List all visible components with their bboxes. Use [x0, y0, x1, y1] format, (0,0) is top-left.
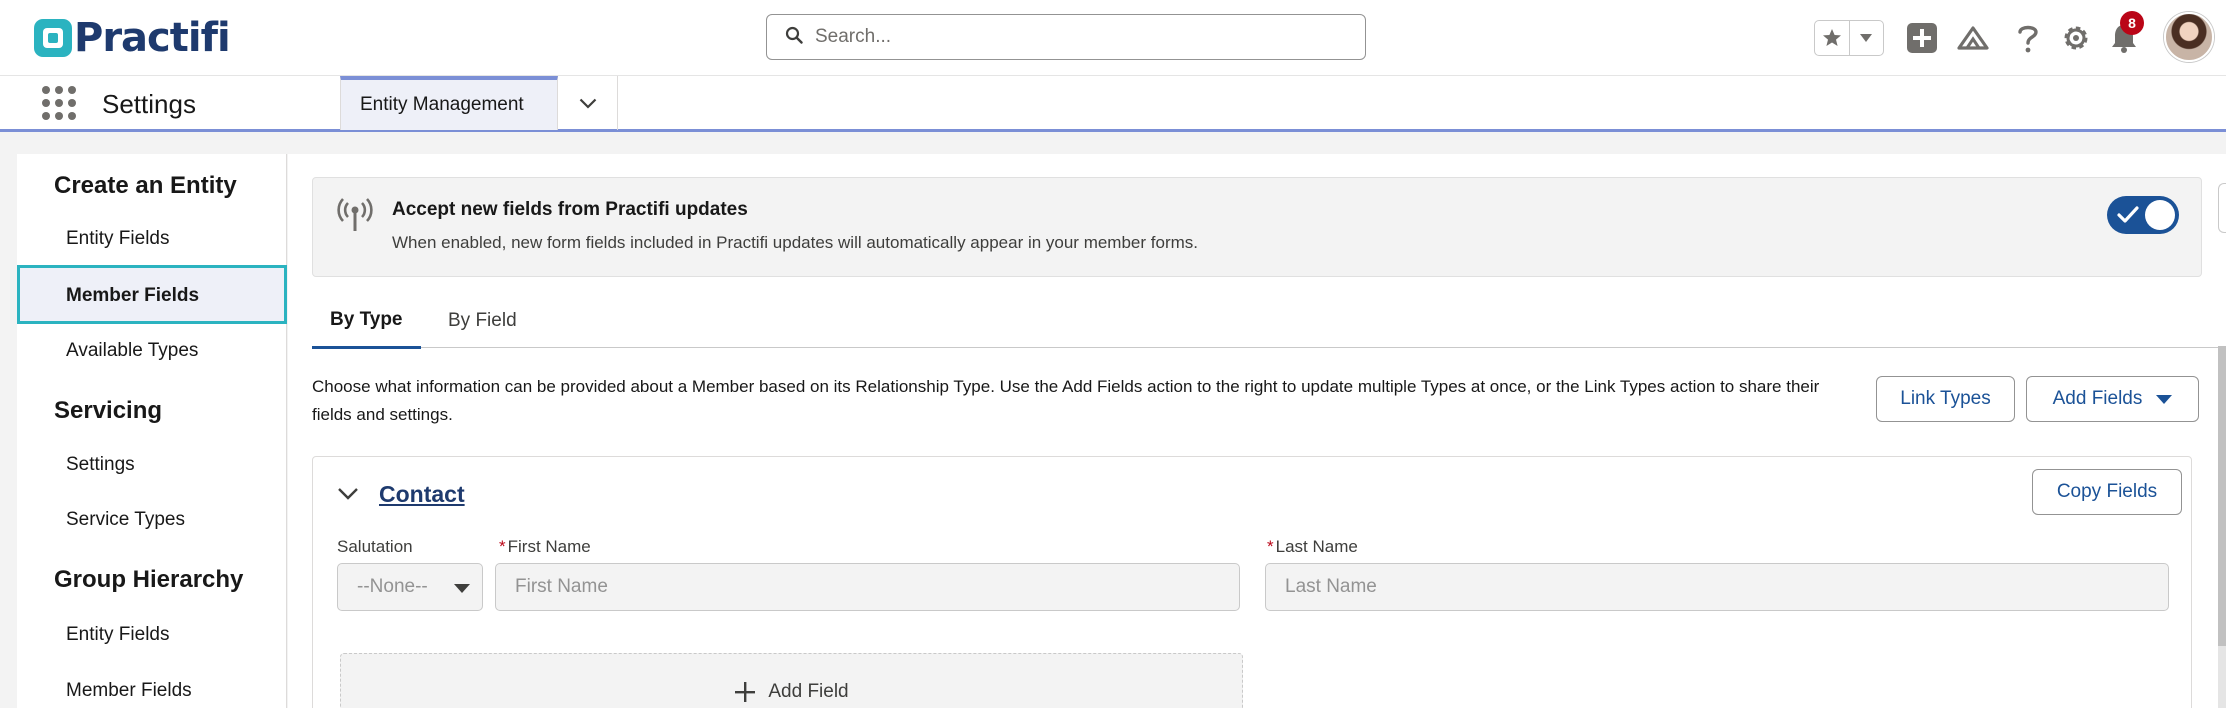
sidebar-item-entity-fields[interactable]: Entity Fields: [66, 228, 169, 250]
banner-title: Accept new fields from Practifi updates: [392, 199, 748, 220]
check-icon: [2117, 206, 2139, 223]
add-field-button[interactable]: Add Field: [340, 653, 1243, 708]
sidebar-item-group-entity-fields[interactable]: Entity Fields: [66, 624, 169, 646]
salutation-select[interactable]: --None--: [337, 563, 483, 611]
practifi-logo[interactable]: Practifi: [34, 15, 231, 61]
button-label: Copy Fields: [2056, 481, 2158, 502]
chevron-down-icon[interactable]: [337, 487, 359, 506]
practifi-logo-icon: [34, 19, 72, 57]
nav-more-button[interactable]: [558, 76, 618, 130]
favorites-star-button[interactable]: [1815, 21, 1849, 55]
sidebar-heading-servicing: Servicing: [54, 397, 163, 424]
view-tabs: By Type By Field: [312, 294, 2226, 349]
sidebar-item-servicing-settings[interactable]: Settings: [66, 454, 135, 476]
trailhead-icon: [1957, 26, 1989, 50]
settings-sidebar: Create an Entity Entity Fields Member Fi…: [17, 154, 287, 708]
salutation-value: --None--: [357, 576, 428, 597]
trailhead-button[interactable]: [1955, 20, 1991, 56]
salutation-label: Salutation: [337, 537, 413, 556]
chevron-down-icon: [579, 98, 596, 109]
add-fields-button[interactable]: Add Fields: [2026, 376, 2199, 422]
last-name-label: * Last Name: [1267, 537, 1358, 557]
button-label: Link Types: [1900, 388, 1991, 409]
sidebar-item-group-member-fields[interactable]: Member Fields: [66, 680, 192, 702]
user-avatar[interactable]: [2164, 12, 2214, 62]
last-name-placeholder: Last Name: [1285, 576, 1377, 597]
logo-text: Practifi: [74, 15, 231, 61]
button-label: Add Fields: [2052, 388, 2143, 409]
side-panel-handle[interactable]: [2218, 183, 2226, 233]
last-name-label-text: Last Name: [1275, 537, 1358, 556]
tab-by-field[interactable]: By Field: [438, 294, 527, 348]
sidebar-heading-create-entity: Create an Entity: [54, 172, 237, 199]
toggle-knob: [2145, 200, 2175, 230]
first-name-field[interactable]: First Name: [495, 563, 1240, 611]
setup-button[interactable]: [2058, 20, 2094, 56]
gear-icon: [2064, 26, 2088, 50]
plus-icon: [1907, 23, 1937, 53]
tab-entity-management[interactable]: Entity Management: [340, 76, 558, 130]
chevron-down-icon: [1860, 34, 1873, 42]
first-name-label: * First Name: [499, 537, 591, 557]
first-name-label-text: First Name: [507, 537, 591, 556]
required-asterisk: *: [499, 537, 506, 556]
sidebar-item-label: Member Fields: [66, 285, 200, 306]
sidebar-item-service-types[interactable]: Service Types: [66, 509, 185, 531]
search-input[interactable]: [815, 26, 1335, 48]
star-icon: [1822, 29, 1841, 46]
sidebar-heading-group-hierarchy: Group Hierarchy: [54, 566, 244, 593]
favorites-list-button[interactable]: [1848, 21, 1883, 55]
type-card-contact: Contact Copy Fields Salutation --None-- …: [312, 456, 2192, 708]
help-button[interactable]: [2010, 20, 2046, 56]
plus-icon: [735, 682, 756, 702]
search-icon: [785, 26, 803, 49]
scrollbar-thumb[interactable]: [2218, 346, 2226, 646]
last-name-field[interactable]: Last Name: [1265, 563, 2169, 611]
accept-updates-toggle[interactable]: [2107, 196, 2179, 234]
notification-badge: 8: [2120, 11, 2144, 35]
sidebar-item-available-types[interactable]: Available Types: [66, 340, 198, 362]
add-field-label: Add Field: [768, 681, 849, 702]
global-actions-button[interactable]: [1904, 20, 1940, 56]
sidebar-item-member-fields[interactable]: Member Fields: [17, 265, 287, 324]
app-nav-bar: Settings Entity Management: [0, 76, 2226, 132]
caret-down-icon: [2156, 394, 2173, 404]
favorites-group: [1814, 20, 1884, 56]
required-asterisk: *: [1267, 537, 1274, 556]
main-content: Accept new fields from Practifi updates …: [288, 154, 2226, 708]
first-name-placeholder: First Name: [515, 576, 608, 597]
tab-label: Entity Management: [360, 94, 524, 115]
tab-by-type[interactable]: By Type: [312, 294, 421, 349]
caret-down-icon: [454, 584, 470, 593]
app-launcher-icon[interactable]: [42, 86, 76, 120]
app-name: Settings: [102, 89, 196, 119]
global-search[interactable]: [766, 14, 1366, 60]
copy-fields-button[interactable]: Copy Fields: [2032, 469, 2182, 515]
help-icon: [2018, 25, 2038, 53]
link-types-button[interactable]: Link Types: [1876, 376, 2015, 422]
updates-banner: Accept new fields from Practifi updates …: [312, 177, 2202, 277]
page-description: Choose what information can be provided …: [312, 377, 1820, 424]
broadcast-icon: [337, 198, 373, 237]
global-header: Practifi 8: [0, 0, 2226, 76]
banner-description: When enabled, new form fields included i…: [392, 233, 1198, 252]
card-title-link[interactable]: Contact: [379, 481, 465, 508]
